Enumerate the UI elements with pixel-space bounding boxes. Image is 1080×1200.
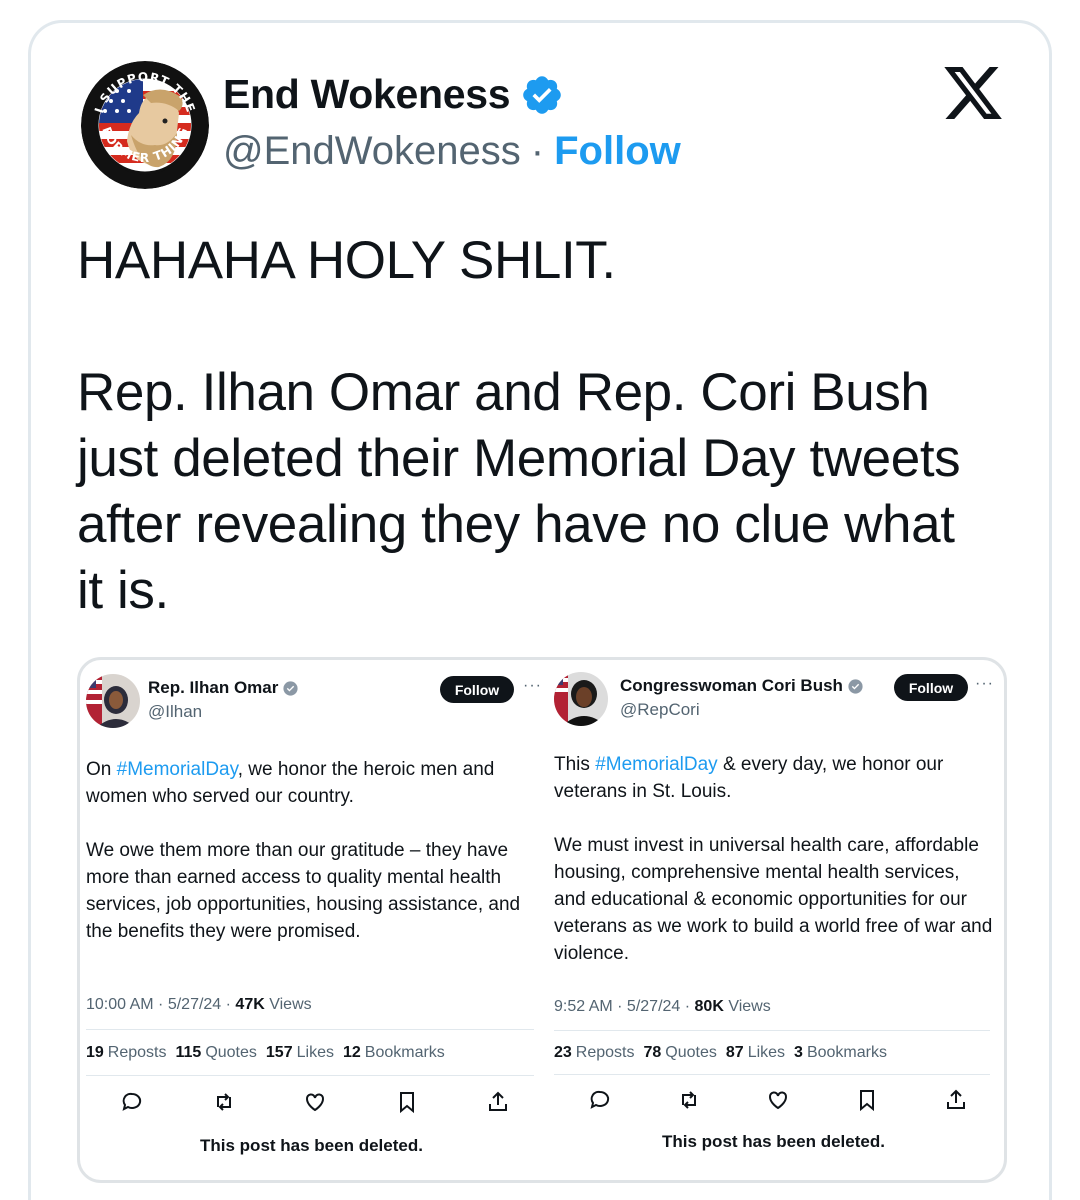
quotes-stat[interactable]: 78 Quotes	[644, 1044, 717, 1062]
omar-follow-button[interactable]: Follow	[440, 676, 514, 703]
author-display-name[interactable]: End Wokeness	[223, 71, 511, 118]
follow-button[interactable]: Follow	[554, 129, 681, 174]
separator-dot: ·	[530, 129, 545, 173]
share-icon[interactable]	[944, 1088, 968, 1112]
tweet-card: I SUPPORT THE FORMER THING End Wokeness …	[28, 20, 1052, 1200]
avatar-image: I SUPPORT THE FORMER THING	[81, 61, 209, 189]
author-name-row: End Wokeness	[223, 71, 564, 118]
bush-name[interactable]: Congresswoman Cori Bush	[620, 676, 864, 696]
bush-timestamp: 9:52 AM · 5/27/24 · 80K Views	[554, 998, 771, 1015]
like-icon[interactable]	[303, 1090, 327, 1114]
reposts-stat[interactable]: 23 Reposts	[554, 1044, 635, 1062]
omar-timestamp: 10:00 AM · 5/27/24 · 47K Views	[86, 996, 312, 1013]
verified-badge-icon	[848, 678, 863, 694]
bush-handle[interactable]: @RepCori	[620, 700, 700, 720]
omar-handle[interactable]: @Ilhan	[148, 702, 202, 722]
hashtag-link[interactable]: #MemorialDay	[595, 754, 717, 775]
repost-icon[interactable]	[212, 1090, 236, 1114]
omar-deleted-notice: This post has been deleted.	[200, 1136, 423, 1155]
bush-avatar	[554, 672, 608, 726]
like-icon[interactable]	[766, 1088, 790, 1112]
reply-icon[interactable]	[588, 1088, 612, 1112]
more-icon[interactable]: ···	[523, 677, 542, 695]
author-avatar[interactable]: I SUPPORT THE FORMER THING	[81, 61, 209, 189]
bush-tweet-body: This #MemorialDay & every day, we honor …	[554, 754, 993, 964]
likes-stat[interactable]: 157 Likes	[266, 1044, 334, 1062]
embedded-tweet-omar: Rep. Ilhan Omar @Ilhan Follow ··· On #Me…	[80, 660, 545, 1180]
bush-follow-button[interactable]: Follow	[894, 674, 968, 701]
quotes-stat[interactable]: 115 Quotes	[176, 1044, 257, 1062]
author-handle[interactable]: @EndWokeness	[223, 129, 521, 174]
embedded-image[interactable]: Rep. Ilhan Omar @Ilhan Follow ··· On #Me…	[77, 657, 1007, 1183]
bookmarks-stat[interactable]: 3 Bookmarks	[794, 1044, 887, 1062]
omar-stats: 19 Reposts 115 Quotes 157 Likes 12 Bookmarks	[86, 1044, 445, 1062]
repost-icon[interactable]	[677, 1088, 701, 1112]
omar-name[interactable]: Rep. Ilhan Omar	[148, 678, 299, 698]
likes-stat[interactable]: 87 Likes	[726, 1044, 785, 1062]
more-icon[interactable]: ···	[975, 675, 994, 693]
bush-stats: 23 Reposts 78 Quotes 87 Likes 3 Bookmarks	[554, 1044, 887, 1062]
omar-avatar	[86, 674, 140, 728]
verified-badge-icon	[283, 680, 298, 696]
bush-action-bar	[588, 1088, 968, 1112]
x-logo-icon[interactable]	[941, 61, 1005, 125]
verified-badge-icon	[523, 75, 562, 114]
share-icon[interactable]	[486, 1090, 510, 1114]
embedded-tweet-bush: Congresswoman Cori Bush @RepCori Follow …	[548, 660, 1004, 1180]
reply-icon[interactable]	[120, 1090, 144, 1114]
bookmark-icon[interactable]	[395, 1090, 419, 1114]
reposts-stat[interactable]: 19 Reposts	[86, 1044, 167, 1062]
bush-deleted-notice: This post has been deleted.	[662, 1132, 885, 1151]
tweet-paragraph-1: HAHAHA HOLY SHLIT.	[77, 231, 616, 290]
bookmarks-stat[interactable]: 12 Bookmarks	[343, 1044, 445, 1062]
author-handle-row: @EndWokeness · Follow	[223, 129, 681, 174]
omar-action-bar	[120, 1090, 510, 1114]
bookmark-icon[interactable]	[855, 1088, 879, 1112]
tweet-text: HAHAHA HOLY SHLIT. Rep. Ilhan Omar and R…	[77, 228, 1037, 624]
tweet-paragraph-2: Rep. Ilhan Omar and Rep. Cori Bush just …	[77, 363, 961, 620]
omar-tweet-body: On #MemorialDay, we honor the heroic men…	[86, 759, 521, 942]
hashtag-link[interactable]: #MemorialDay	[117, 759, 238, 780]
